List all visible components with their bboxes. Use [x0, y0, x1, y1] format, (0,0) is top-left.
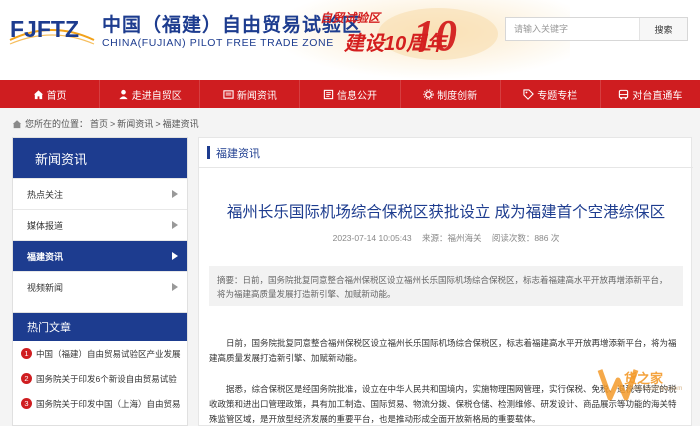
section-title: 福建资讯: [216, 147, 260, 160]
logo-text: FJFTZ: [10, 16, 79, 42]
hot-articles-title: 热门文章: [13, 313, 187, 341]
nav-item-label: 走进自贸区: [131, 90, 182, 102]
hot-article-label: 国务院关于印发6个新设自由贸易试验: [36, 373, 177, 384]
nav-item-label: 对台直通车: [632, 90, 683, 102]
nav-item-label: 专题专栏: [537, 90, 578, 102]
chevron-right-icon: [172, 283, 178, 291]
watermark-text: 货之家: [624, 371, 664, 386]
article-date: 2023-07-14 10:05:43: [332, 233, 412, 243]
article-meta: 2023-07-14 10:05:43 来源：福州海关 阅读次数：886 次: [199, 232, 693, 244]
hot-article-rank: 2: [21, 373, 32, 384]
hot-article-item[interactable]: 1 中国（福建）自由贸易试验区产业发展: [13, 341, 187, 366]
person-icon: [118, 89, 129, 100]
nav-item-label: 新闻资讯: [236, 90, 277, 102]
breadcrumb-link-home[interactable]: 首页: [90, 117, 108, 130]
nav-item-news[interactable]: 新闻资讯: [200, 80, 301, 108]
sidebar-menu: 新闻资讯 热点关注 媒体报道 福建资讯 视频新闻: [12, 137, 188, 317]
site-subtitle: CHINA(FUJIAN) PILOT FREE TRADE ZONE: [102, 37, 334, 49]
article-source: 来源：福州海关: [421, 233, 482, 243]
site-header: FJFTZ 中国（福建）自由贸易试验区 CHINA(FUJIAN) PILOT …: [0, 0, 700, 80]
nav-item-innovation[interactable]: 制度创新: [401, 80, 501, 108]
breadcrumb-prefix: 您所在的位置：: [25, 119, 89, 129]
sidebar-item-media[interactable]: 媒体报道: [13, 209, 187, 240]
sidebar-item-hot[interactable]: 热点关注: [13, 178, 187, 209]
nav-item-about[interactable]: 走进自贸区: [100, 80, 201, 108]
anniversary-banner-big-text: 建设10周年: [344, 33, 447, 55]
article-panel: 福建资讯 福州长乐国际机场综合保税区获批设立 成为福建首个空港综保区 2023-…: [198, 137, 693, 426]
breadcrumb: 您所在的位置： 首页 > 新闻资讯 > 福建资讯: [12, 117, 201, 130]
site-logo[interactable]: FJFTZ: [8, 10, 96, 50]
hot-article-label: 国务院关于印发中国（上海）自由贸易: [36, 398, 181, 409]
chevron-right-icon: [172, 221, 178, 229]
nav-item-special[interactable]: 专题专栏: [501, 80, 601, 108]
watermark-subtext: www.huozhijia.com: [628, 386, 683, 392]
info-icon: [323, 89, 334, 100]
breadcrumb-separator: >: [155, 118, 161, 129]
nav-item-info[interactable]: 信息公开: [300, 80, 401, 108]
article-views: 阅读次数：886 次: [491, 233, 560, 243]
nav-item-label: 首页: [46, 90, 67, 102]
search-button[interactable]: 搜索: [639, 18, 687, 40]
home-icon: [33, 89, 44, 100]
article-paragraph: 据悉，综合保税区是经国务院批准，设立在中华人民共和国境内，实施物理围网管理，实行…: [209, 384, 677, 424]
nav-item-label: 信息公开: [336, 90, 377, 102]
hot-article-item[interactable]: 3 国务院关于印发中国（上海）自由贸易: [13, 391, 187, 416]
breadcrumb-current[interactable]: 福建资讯: [163, 117, 199, 130]
gear-icon: [423, 88, 434, 100]
sidebar-item-label: 热点关注: [27, 189, 64, 200]
article-title: 福州长乐国际机场综合保税区获批设立 成为福建首个空港综保区: [226, 204, 666, 221]
nav-item-label: 制度创新: [437, 90, 478, 102]
sidebar-item-fujian-news[interactable]: 福建资讯: [13, 240, 187, 271]
breadcrumb-link-news[interactable]: 新闻资讯: [117, 117, 153, 130]
hot-article-rank: 3: [21, 398, 32, 409]
section-accent-bar: [207, 146, 210, 159]
sidebar-item-label: 媒体报道: [27, 220, 64, 231]
sidebar-item-label: 福建资讯: [27, 251, 64, 262]
bus-icon: [618, 89, 629, 100]
breadcrumb-separator: >: [110, 118, 116, 129]
chevron-right-icon: [172, 252, 178, 260]
sidebar-item-video[interactable]: 视频新闻: [13, 271, 187, 302]
search-box: 搜索: [505, 17, 688, 41]
anniversary-banner-small-text: 自贸试验区: [320, 11, 381, 25]
sidebar-item-label: 视频新闻: [27, 282, 64, 293]
location-home-icon: [12, 119, 22, 128]
main-nav: 首页 走进自贸区 新闻资讯 信息公开 制度创新 专题专栏 对台直通车: [0, 80, 700, 108]
search-input[interactable]: [506, 18, 639, 40]
hot-article-rank: 1: [21, 348, 32, 359]
nav-item-taiwan[interactable]: 对台直通车: [601, 80, 700, 108]
chevron-right-icon: [172, 190, 178, 198]
article-paragraph: 日前，国务院批复同意整合福州保税区设立福州长乐国际机场综合保税区，标志着福建高水…: [209, 338, 677, 363]
hot-articles-panel: 热门文章 1 中国（福建）自由贸易试验区产业发展 2 国务院关于印发6个新设自由…: [12, 312, 188, 426]
article-summary: 摘要：日前，国务院批复同意整合福州保税区设立福州长乐国际机场综合保税区，标志着福…: [209, 266, 683, 306]
hot-article-item[interactable]: 2 国务院关于印发6个新设自由贸易试验: [13, 366, 187, 391]
page: FJFTZ 中国（福建）自由贸易试验区 CHINA(FUJIAN) PILOT …: [0, 0, 700, 426]
tag-icon: [523, 88, 535, 100]
hot-article-label: 中国（福建）自由贸易试验区产业发展: [36, 348, 181, 359]
section-header: 福建资讯: [199, 138, 693, 168]
nav-item-home[interactable]: 首页: [0, 80, 101, 108]
newspaper-icon: [223, 89, 234, 100]
sidebar-title: 新闻资讯: [13, 138, 187, 178]
